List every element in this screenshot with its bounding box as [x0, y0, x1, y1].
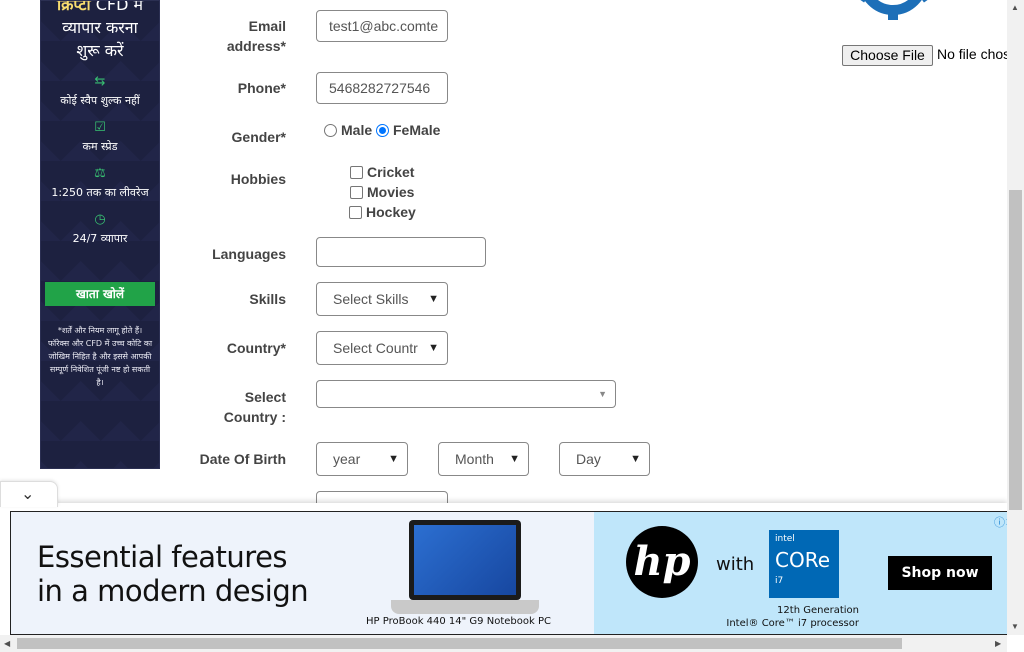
ad-feature-leverage: ⚖ 1:250 तक का लीवरेज [41, 166, 159, 200]
dob-month-value: Month [455, 451, 494, 467]
dob-year-value: year [333, 451, 361, 467]
country-select[interactable]: Select Countr ▼ [316, 331, 448, 365]
select-country-dropdown[interactable]: ▼ [316, 380, 616, 408]
email-label-line2: address* [226, 38, 286, 54]
skills-select[interactable]: Select Skills ▼ [316, 282, 448, 316]
product-caption: HP ProBook 440 14" G9 Notebook PC [366, 616, 551, 627]
ad-feature-text: कम स्प्रेड [82, 140, 118, 153]
dob-year-select[interactable]: year ▼ [316, 442, 408, 476]
gear-icon [848, 0, 938, 30]
ad-disclaimer: *शर्तें और नियम लागू होते हैं। फॉरेक्स औ… [47, 326, 153, 387]
intel-brand: intel [775, 534, 795, 544]
chevron-down-icon: ⌄ [21, 486, 35, 503]
chevron-down-icon: ▼ [630, 453, 641, 465]
scroll-down-icon[interactable]: ▼ [1011, 622, 1019, 631]
scroll-left-icon[interactable]: ◀ [4, 639, 10, 648]
gender-male-radio[interactable] [324, 124, 337, 137]
bottom-ad-banner[interactable]: Essential features in a modern design HP… [10, 511, 1008, 635]
ad-feature-swap: ⇆ कोई स्वैप शुल्क नहीं [41, 74, 159, 108]
gender-male-label: Male [341, 122, 373, 138]
swap-icon: ⇆ [94, 74, 106, 89]
languages-field[interactable] [316, 237, 486, 267]
dob-day-select[interactable]: Day ▼ [559, 442, 650, 476]
collapse-ad-button[interactable]: ⌄ [0, 481, 58, 507]
phone-label: Phone* [237, 80, 286, 96]
country-label: Country* [226, 340, 286, 356]
ad-headline-line2: in a modern design [37, 574, 309, 608]
intel-core: CORe [775, 548, 831, 572]
hobby-hockey-checkbox[interactable] [349, 206, 362, 219]
ad-feature-text: कोई स्वैप शुल्क नहीं [60, 94, 140, 107]
with-text: with [716, 554, 755, 575]
gender-label: Gender* [231, 129, 286, 145]
hp-logo: hp [626, 526, 698, 598]
hobby-movies-label: Movies [367, 184, 415, 200]
ad-headline: क्रिप्टो CFD में व्यापार करना शुरू करें [41, 0, 159, 62]
dob-month-select[interactable]: Month ▼ [438, 442, 529, 476]
vertical-scrollbar[interactable]: ▲ ▼ [1007, 0, 1024, 635]
select-country-label-line2: Country : [223, 409, 286, 425]
chevron-down-icon: ▼ [428, 342, 439, 354]
clock-icon: ◷ [94, 212, 106, 227]
ad-headline: Essential features in a modern design [37, 540, 309, 608]
ad-headline-rest: CFD में [95, 0, 144, 14]
shop-now-button[interactable]: Shop now [888, 556, 992, 590]
dob-label: Date Of Birth [199, 451, 286, 467]
ad-headline-highlight: क्रिप्टो [56, 0, 91, 14]
ad-feature-hours: ◷ 24/7 व्यापार [41, 212, 159, 246]
chart-icon: ☑ [94, 120, 106, 135]
laptop-image [391, 520, 539, 620]
phone-field[interactable]: 5468282727546 [316, 72, 448, 104]
chevron-down-icon: ▼ [509, 453, 520, 465]
processor-caption-line1: 12th Generation [777, 605, 859, 616]
select-country-label: Select Country : [206, 387, 286, 427]
processor-caption-line2: Intel® Core™ i7 processor [726, 618, 859, 629]
hobby-cricket-label: Cricket [367, 164, 415, 180]
email-field[interactable]: test1@abc.comte [316, 10, 448, 42]
skills-select-value: Select Skills [333, 291, 409, 307]
gender-female-radio[interactable] [376, 124, 389, 137]
ad-feature-spread: ☑ कम स्प्रेड [41, 120, 159, 154]
intel-tier: i7 [775, 576, 784, 586]
caret-down-icon: ▼ [598, 389, 607, 399]
hobbies-label: Hobbies [230, 171, 286, 187]
country-select-value: Select Countr [333, 340, 418, 356]
file-status-text: No file chos [937, 46, 1011, 62]
horizontal-scroll-thumb[interactable] [17, 638, 902, 649]
hobby-movies-checkbox[interactable] [350, 186, 363, 199]
hobby-cricket-checkbox[interactable] [350, 166, 363, 179]
ad-feature-text: 1:250 तक का लीवरेज [51, 186, 149, 199]
chevron-down-icon: ▼ [388, 453, 399, 465]
processor-caption: 12th Generation Intel® Core™ i7 processo… [709, 604, 859, 630]
email-label-line1: Email [248, 18, 286, 34]
gender-female-label: FeMale [393, 122, 441, 138]
ad-headline-line1: Essential features [37, 540, 288, 574]
scroll-right-icon[interactable]: ▶ [995, 639, 1001, 648]
scale-icon: ⚖ [94, 166, 106, 181]
dob-day-value: Day [576, 451, 601, 467]
intel-badge: intel CORe i7 [769, 530, 839, 598]
horizontal-scrollbar[interactable]: ◀ ▶ [0, 635, 1007, 652]
choose-file-button[interactable]: Choose File [842, 45, 933, 66]
chevron-down-icon: ▼ [428, 293, 439, 305]
languages-label: Languages [212, 246, 286, 262]
ad-headline-line-2: व्यापार करना [62, 18, 138, 37]
hobby-hockey-label: Hockey [366, 204, 416, 220]
select-country-label-line1: Select [244, 389, 286, 405]
skills-label: Skills [249, 291, 286, 307]
ad-choices-icon[interactable]: ⓘ✕ [994, 514, 1007, 530]
left-ad-banner[interactable]: क्रिप्टो CFD में व्यापार करना शुरू करें … [40, 0, 160, 469]
open-account-button[interactable]: खाता खोलें [45, 282, 155, 306]
scroll-up-icon[interactable]: ▲ [1011, 3, 1019, 12]
ad-headline-line-3: शुरू करें [76, 41, 124, 60]
vertical-scroll-thumb[interactable] [1009, 190, 1022, 510]
ad-feature-text: 24/7 व्यापार [72, 232, 128, 245]
email-label: Email address* [206, 16, 286, 56]
